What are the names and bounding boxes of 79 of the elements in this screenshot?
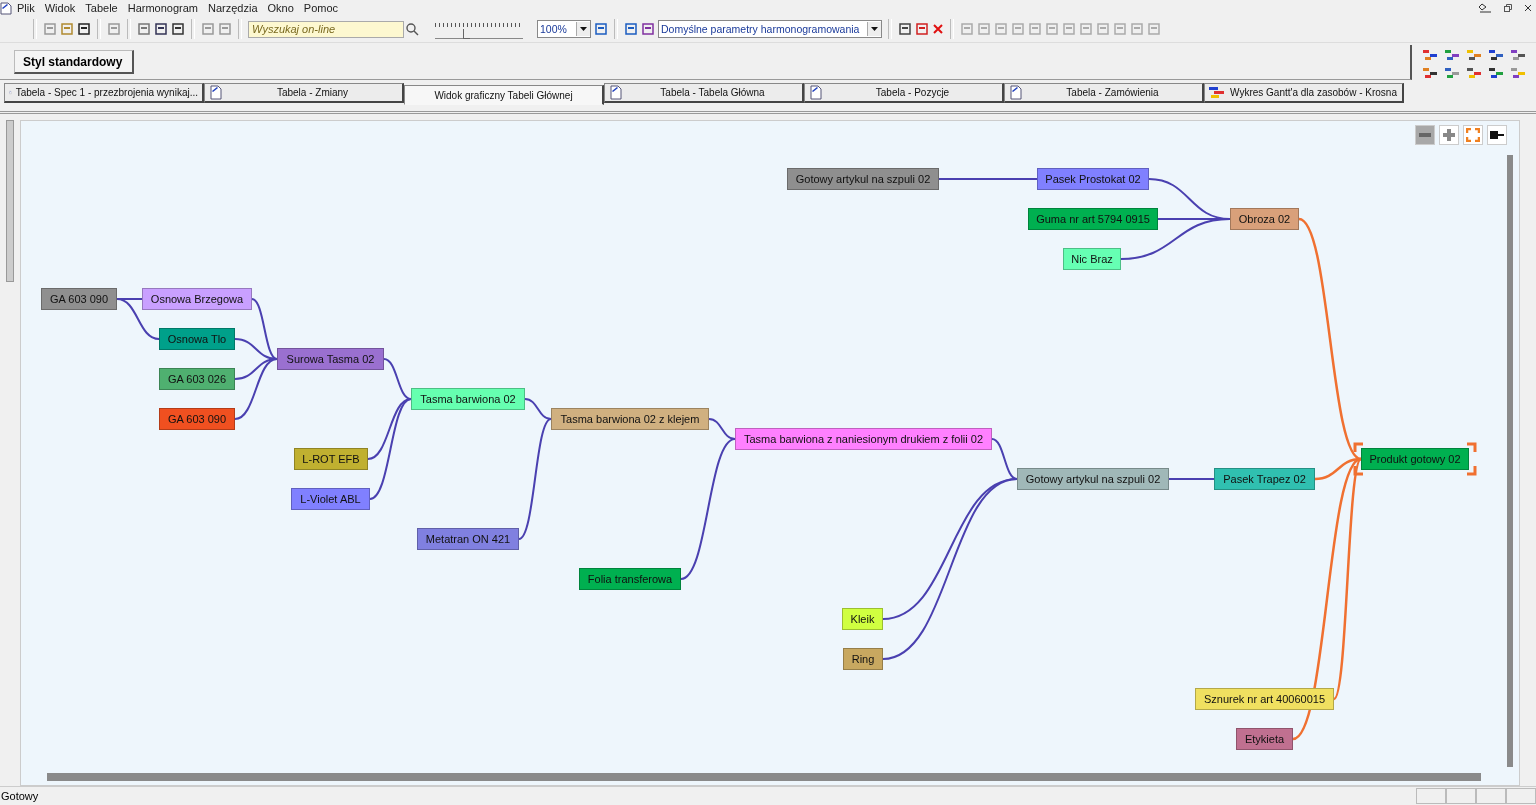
diagram-node[interactable]: GA 603 090: [41, 288, 117, 310]
menu-item[interactable]: Widok: [39, 2, 81, 14]
zoom-dropdown[interactable]: 100%: [537, 20, 591, 38]
delete-icon[interactable]: [932, 23, 944, 35]
diagram-node[interactable]: Pasek Prostokat 02: [1037, 168, 1149, 190]
diagram-node[interactable]: Nic Braz: [1063, 248, 1121, 270]
close-icon[interactable]: [1524, 4, 1532, 12]
menu-item[interactable]: Narzędzia: [203, 2, 263, 14]
diagram-node[interactable]: Guma nr art 5794 0915: [1028, 208, 1158, 230]
menu-item[interactable]: Tabele: [80, 2, 123, 14]
diagram-node[interactable]: Gotowy artykul na szpuli 02: [787, 168, 939, 190]
diagram-node[interactable]: L-Violet ABL: [291, 488, 370, 510]
view-option-icon[interactable]: [1444, 49, 1460, 61]
slider-thumb[interactable]: [462, 28, 470, 39]
menu-item[interactable]: Harmonogram: [122, 2, 204, 14]
minimize-icon[interactable]: [1478, 3, 1492, 13]
app-document-icon: [0, 1, 12, 15]
view-option-icon[interactable]: [1466, 67, 1482, 79]
diagram-node[interactable]: Surowa Tasma 02: [277, 348, 384, 370]
view-option-icon[interactable]: [1488, 49, 1504, 61]
tab[interactable]: Widok graficzny Tabeli Głównej: [404, 85, 604, 105]
view-option-icon[interactable]: [1444, 67, 1460, 79]
diagram-node[interactable]: Kleik: [842, 608, 883, 630]
diagram-node[interactable]: Tasma barwiona 02 z klejem: [551, 408, 709, 430]
view-option-icon[interactable]: [1422, 67, 1438, 79]
status-panel: [1506, 788, 1536, 804]
diagram-node[interactable]: Metatran ON 421: [417, 528, 519, 550]
diagram-node[interactable]: Obroza 02: [1230, 208, 1299, 230]
pin-icon: [1489, 129, 1505, 141]
caret-icon: [871, 27, 878, 31]
diagram-node[interactable]: Etykieta: [1236, 728, 1293, 750]
diagram-node[interactable]: Tasma barwiona 02: [411, 388, 525, 410]
view-option-icon[interactable]: [1422, 49, 1438, 61]
tab[interactable]: Tabela - Zamówienia: [1004, 83, 1204, 103]
diagram-node[interactable]: Tasma barwiona z naniesionym drukiem z folii 02: [735, 428, 992, 450]
diagram-node[interactable]: GA 603 090: [159, 408, 235, 430]
diagram-node[interactable]: Sznurek nr art 40060015: [1195, 688, 1334, 710]
search-icon[interactable]: [406, 22, 419, 36]
tab[interactable]: Tabela - Tabela Główna: [604, 83, 804, 103]
tab[interactable]: Tabela - Spec 1 - przezbrojenia wynikaj...: [4, 83, 204, 103]
view-option-icon[interactable]: [1510, 49, 1526, 61]
diagram-node[interactable]: Pasek Trapez 02: [1214, 468, 1315, 490]
fit-icon: [1466, 128, 1480, 142]
view-option-icon[interactable]: [1488, 67, 1504, 79]
scrollbar[interactable]: [1507, 155, 1513, 767]
view-option-icon[interactable]: [1510, 67, 1526, 79]
view-option-icon[interactable]: [1466, 49, 1482, 61]
style-button[interactable]: Styl standardowy: [14, 50, 135, 74]
pin-button[interactable]: [1487, 125, 1507, 145]
schedule-params-dropdown[interactable]: Domyślne parametry harmonogramowania: [658, 20, 882, 38]
diagram-node[interactable]: Produkt gotowy 02: [1361, 448, 1469, 470]
scrollbar[interactable]: [47, 773, 1481, 781]
diagram-node[interactable]: Folia transferowa: [579, 568, 681, 590]
status-panel: [1476, 788, 1506, 804]
diagram-node[interactable]: GA 603 026: [159, 368, 235, 390]
gantt-chart-icon: [1209, 86, 1225, 99]
diagram-node[interactable]: L-ROT EFB: [294, 448, 368, 470]
restore-icon[interactable]: [1504, 4, 1512, 12]
minus-icon: [1419, 133, 1431, 137]
search-field[interactable]: Wyszukaj on-line: [248, 20, 404, 38]
tab[interactable]: Wykres Gantt'a dla zasobów - Krosna: [1204, 83, 1404, 103]
status-panel: [1446, 788, 1476, 804]
diagram-node[interactable]: Ring: [843, 648, 883, 670]
status-text: Gotowy: [1, 790, 39, 802]
menu-item[interactable]: Pomoc: [298, 2, 344, 14]
connector-line: [1168, 478, 1215, 480]
zoom-in-button[interactable]: [1439, 125, 1459, 145]
zoom-out-button[interactable]: [1415, 125, 1435, 145]
tab[interactable]: Tabela - Zmiany: [204, 83, 404, 103]
caret-icon: [580, 27, 587, 31]
tab[interactable]: Tabela - Pozycje: [804, 83, 1004, 103]
diagram-node[interactable]: Osnowa Brzegowa: [142, 288, 252, 310]
diagram-node[interactable]: Osnowa Tlo: [159, 328, 235, 350]
menu-item[interactable]: Okno: [262, 2, 299, 14]
menu-item[interactable]: Plik: [12, 2, 40, 14]
plus-icon: [1443, 129, 1455, 141]
scrollbar[interactable]: [6, 120, 14, 282]
status-panel: [1416, 788, 1446, 804]
diagram-node[interactable]: Gotowy artykul na szpuli 02: [1017, 468, 1169, 490]
